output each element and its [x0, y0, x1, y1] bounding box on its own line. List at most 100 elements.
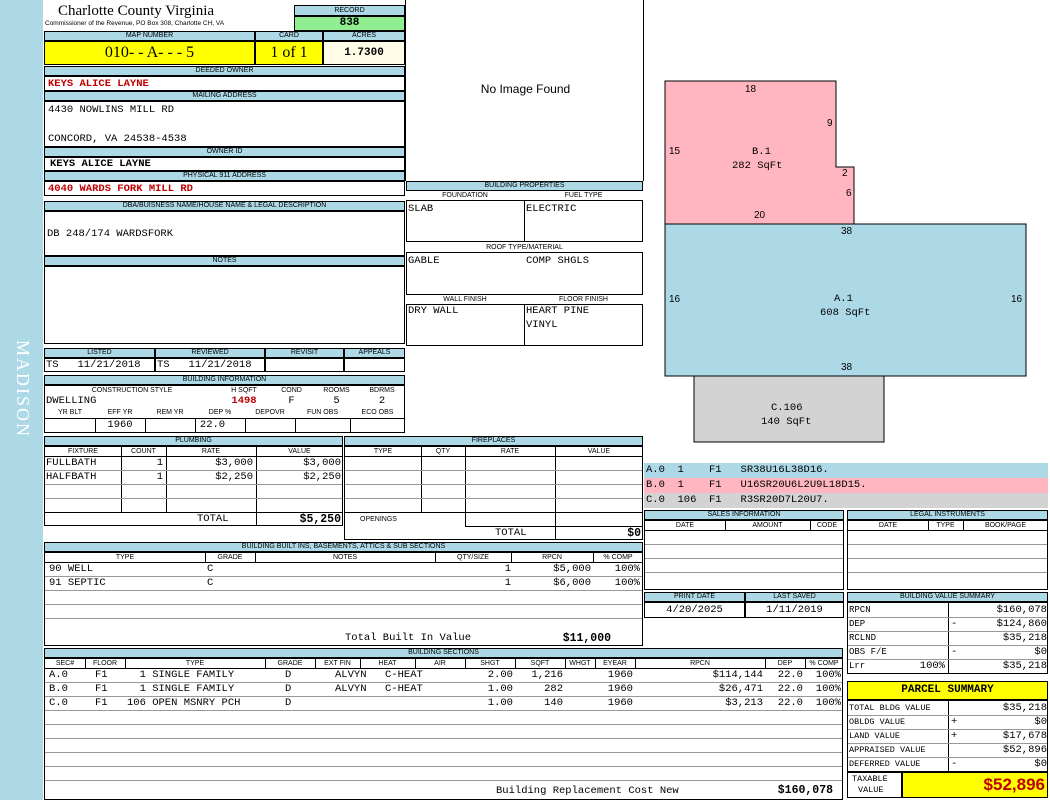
cond-label: COND — [281, 387, 302, 394]
fuel-type-label: FUEL TYPE — [564, 192, 603, 199]
sec-3-sec: C.0 — [49, 697, 68, 709]
last-saved-box: 1/11/2019 — [745, 602, 844, 618]
builtins-header-qty: QTY/SIZE — [457, 554, 489, 561]
plumbing-row-1-value: $3,000 — [303, 457, 341, 469]
notes-box — [44, 266, 405, 344]
foundation-label: FOUNDATION — [442, 192, 488, 199]
remyr-label: REM YR — [156, 409, 184, 416]
builtins-header-notes: NOTES — [332, 554, 358, 561]
dim-b-right-top: 9 — [827, 118, 833, 129]
reviewed-value: TS 11/21/2018 — [157, 359, 252, 371]
builtins-row-1-type: 90 WELL — [49, 563, 94, 575]
ps-row-5-value: $0 — [1034, 758, 1047, 770]
sec-1-grade: D — [285, 669, 292, 681]
depovr-label: DEPOVR — [255, 409, 285, 416]
sections-header-eyear: EYEAR — [603, 660, 627, 667]
construction-style-label: CONSTRUCTION STYLE — [91, 387, 173, 394]
sketch-code-b: B.0 1 F1 U16SR20U6L2U9L18D15. — [644, 478, 1048, 493]
fireplaces-header-rate: RATE — [500, 448, 520, 455]
listed-box: TS 11/21/2018 — [44, 358, 155, 372]
dim-b-right-low: 6 — [846, 188, 852, 199]
mailing-address-box: 4430 NOWLINS MILL RD CONCORD, VA 24538-4… — [44, 101, 405, 147]
plumbing-row-2-fixture: HALFBATH — [46, 471, 97, 483]
sections-header-floor: FLOOR — [92, 660, 118, 667]
dim-a-left: 16 — [669, 294, 681, 305]
owner-id-label: OWNER ID — [44, 147, 405, 157]
physical-911-box: 4040 WARDS FORK MILL RD — [44, 181, 405, 196]
sec-3-type: 106 OPEN MSNRY PCH — [127, 697, 241, 709]
legal-box: DATE TYPE BOOK/PAGE — [847, 520, 1048, 590]
plumbing-row-1-rate: $3,000 — [215, 457, 253, 469]
ecoobs-label: ECO OBS — [361, 409, 394, 416]
sketch-a1-area: 608 SqFt — [820, 307, 871, 319]
notes-label: NOTES — [44, 256, 405, 266]
sections-header-sqft: SQFT — [530, 660, 550, 667]
vs-row-5-pct: 100% — [919, 660, 945, 672]
dba-label: DBA/BUISNESS NAME/HOUSE NAME & LEGAL DES… — [44, 201, 405, 211]
sec-3-shgt: 1.00 — [487, 697, 513, 709]
plumbing-header-value: VALUE — [288, 448, 311, 455]
sec-1-dep: 22.0 — [777, 669, 803, 681]
legal-title: LEGAL INSTRUMENTS — [847, 510, 1048, 520]
sections-header-dep: DEP — [777, 660, 793, 667]
sec-3-rpcn: $3,213 — [725, 697, 763, 709]
sketch-code-b-text: B.0 1 F1 U16SR20U6L2U9L18D15. — [646, 479, 867, 491]
builtins-title: BUILDING BUILT INS, BASEMENTS, ATTICS & … — [44, 542, 643, 552]
dim-b-bottom: 20 — [754, 210, 766, 221]
record-value: 838 — [294, 16, 405, 31]
fireplaces-total-label: TOTAL — [495, 527, 527, 539]
value-summary-box: RPCN $160,078 DEP - $124,860 RCLND $35,2… — [847, 602, 1048, 674]
sales-header-code: CODE — [816, 522, 838, 529]
wall-finish-value: DRY WALL — [408, 305, 459, 317]
county-title: Charlotte County Virginia — [58, 3, 215, 19]
owner-id-box: KEYS ALICE LAYNE — [44, 157, 405, 171]
building-properties-title: BUILDING PROPERTIES — [406, 181, 643, 191]
sec-2-floor: F1 — [95, 683, 108, 695]
builtins-header-type: TYPE — [115, 554, 135, 561]
ps-row-1-label: TOTAL BLDG VALUE — [849, 703, 931, 713]
foundation-value: SLAB — [408, 203, 434, 215]
sec-2-sec: B.0 — [49, 683, 68, 695]
card-label: CARD — [255, 31, 323, 41]
plumbing-row-1-count: 1 — [156, 457, 163, 469]
builtins-total-label: Total Built In Value — [345, 632, 472, 644]
fuel-value: ELECTRIC — [526, 203, 577, 215]
sec-3-floor: F1 — [95, 697, 108, 709]
yrblt-label: YR BLT — [58, 409, 82, 416]
dim-a-top: 38 — [841, 226, 853, 237]
builtins-row-1-grade: C — [207, 563, 214, 575]
print-date-value: 4/20/2025 — [666, 604, 723, 616]
dep-value: 22.0 — [199, 419, 226, 431]
roof-value-2: COMP SHGLS — [526, 255, 590, 267]
builtins-row-1-rpcn: $5,000 — [553, 563, 591, 575]
building-info-title: BUILDING INFORMATION — [44, 375, 405, 385]
plumbing-row-2-rate: $2,250 — [215, 471, 253, 483]
hsqft-label: H SQFT — [231, 387, 257, 394]
brcn-value: $160,078 — [777, 784, 833, 797]
builtins-box: TYPE GRADE NOTES QTY/SIZE RPCN % COMP 90… — [44, 552, 643, 646]
vs-row-4-value: $0 — [1034, 646, 1047, 658]
building-info-box: CONSTRUCTION STYLE H SQFT COND ROOMS BDR… — [44, 385, 405, 433]
sec-1-ext: ALVYN — [335, 669, 367, 681]
dim-b-left: 15 — [669, 146, 681, 157]
floor-finish-label: FLOOR FINISH — [558, 296, 608, 303]
floor-finish-value-1: HEART PINE — [526, 305, 590, 317]
builtins-header-comp: % COMP — [603, 554, 633, 561]
plumbing-row-1-fixture: FULLBATH — [46, 457, 97, 469]
sec-2-shgt: 1.00 — [487, 683, 513, 695]
last-saved-label: LAST SAVED — [745, 592, 844, 602]
sidebar: MADISON — [0, 0, 43, 800]
sketch-code-c: C.0 106 F1 R3SR20D7L20U7. — [644, 493, 1048, 508]
fireplaces-title: FIREPLACES — [344, 436, 643, 446]
physical-911-value: 4040 WARDS FORK MILL RD — [48, 183, 193, 195]
vs-row-3-label: RCLND — [849, 633, 877, 643]
sections-header-whgt: WHGT — [569, 660, 591, 667]
sec-2-rpcn: $26,471 — [718, 683, 763, 695]
builtins-header-grade: GRADE — [217, 554, 243, 561]
vs-row-3-value: $35,218 — [1002, 632, 1047, 644]
sketch-c106-name: C.106 — [771, 402, 803, 414]
ps-row-4-value: $52,896 — [1002, 744, 1047, 756]
builtins-row-2-rpcn: $6,000 — [553, 577, 591, 589]
taxable-value: $52,896 — [983, 775, 1045, 794]
plumbing-total-value: $5,250 — [299, 513, 341, 526]
